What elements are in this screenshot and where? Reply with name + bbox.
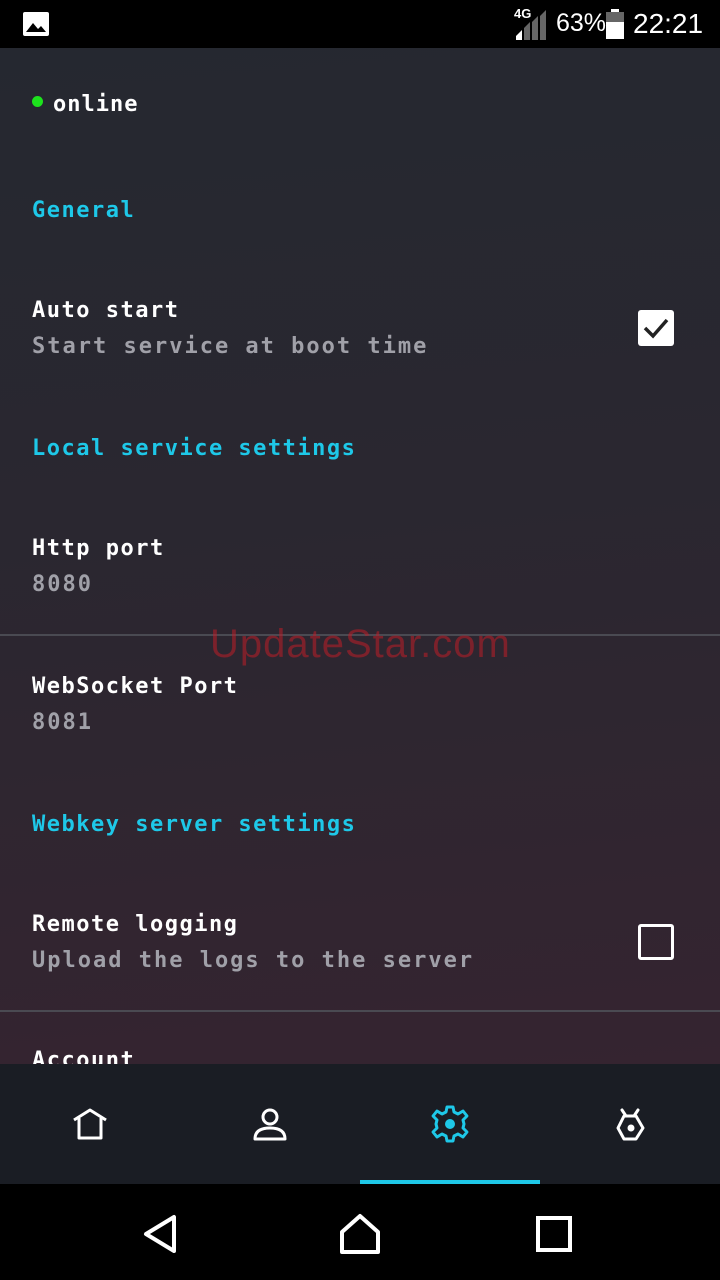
divider bbox=[0, 1010, 720, 1012]
battery-icon bbox=[606, 9, 624, 39]
pref-title: Auto start bbox=[32, 298, 180, 323]
check-icon bbox=[643, 318, 669, 339]
pref-title: Http port bbox=[32, 536, 165, 561]
battery-percent: 63% bbox=[556, 9, 607, 37]
connection-status: online bbox=[32, 92, 138, 117]
back-icon bbox=[144, 1215, 176, 1253]
auto-start-checkbox[interactable] bbox=[638, 310, 674, 346]
recents-icon bbox=[536, 1216, 572, 1252]
gallery-icon bbox=[23, 12, 49, 36]
tab-account[interactable] bbox=[180, 1064, 360, 1184]
settings-list: online General Auto start Start service … bbox=[0, 48, 720, 1064]
section-header-general: General bbox=[32, 198, 136, 223]
clock: 22:21 bbox=[633, 8, 704, 39]
pref-summary: Upload the logs to the server bbox=[32, 948, 475, 973]
pref-value: 8081 bbox=[32, 710, 93, 735]
tab-robot[interactable] bbox=[540, 1064, 720, 1184]
pref-title: WebSocket Port bbox=[32, 674, 239, 699]
status-bar: 4G 63% 22:21 bbox=[0, 0, 720, 48]
recents-button[interactable] bbox=[532, 1212, 576, 1256]
bottom-nav bbox=[0, 1064, 720, 1184]
signal-icon bbox=[516, 10, 546, 40]
home-icon bbox=[340, 1214, 380, 1254]
connection-status-text: online bbox=[53, 92, 139, 117]
pref-summary: Start service at boot time bbox=[32, 334, 429, 359]
pref-value: 8080 bbox=[32, 572, 93, 597]
home-button[interactable] bbox=[338, 1212, 382, 1256]
person-icon bbox=[253, 1108, 287, 1141]
remote-logging-checkbox[interactable] bbox=[638, 924, 674, 960]
system-nav bbox=[0, 1184, 720, 1280]
back-button[interactable] bbox=[138, 1212, 182, 1256]
home-icon bbox=[73, 1108, 107, 1140]
tab-home[interactable] bbox=[0, 1064, 180, 1184]
online-dot-icon bbox=[32, 96, 43, 107]
watermark: UpdateStar.com bbox=[210, 622, 511, 666]
pref-title: Remote logging bbox=[32, 912, 239, 937]
tab-settings[interactable] bbox=[360, 1064, 540, 1184]
settings-icon bbox=[431, 1105, 469, 1143]
robot-icon bbox=[616, 1108, 645, 1141]
section-header-server: Webkey server settings bbox=[32, 812, 357, 837]
pref-account[interactable]: Account bbox=[32, 1048, 135, 1064]
section-header-local: Local service settings bbox=[32, 436, 357, 461]
